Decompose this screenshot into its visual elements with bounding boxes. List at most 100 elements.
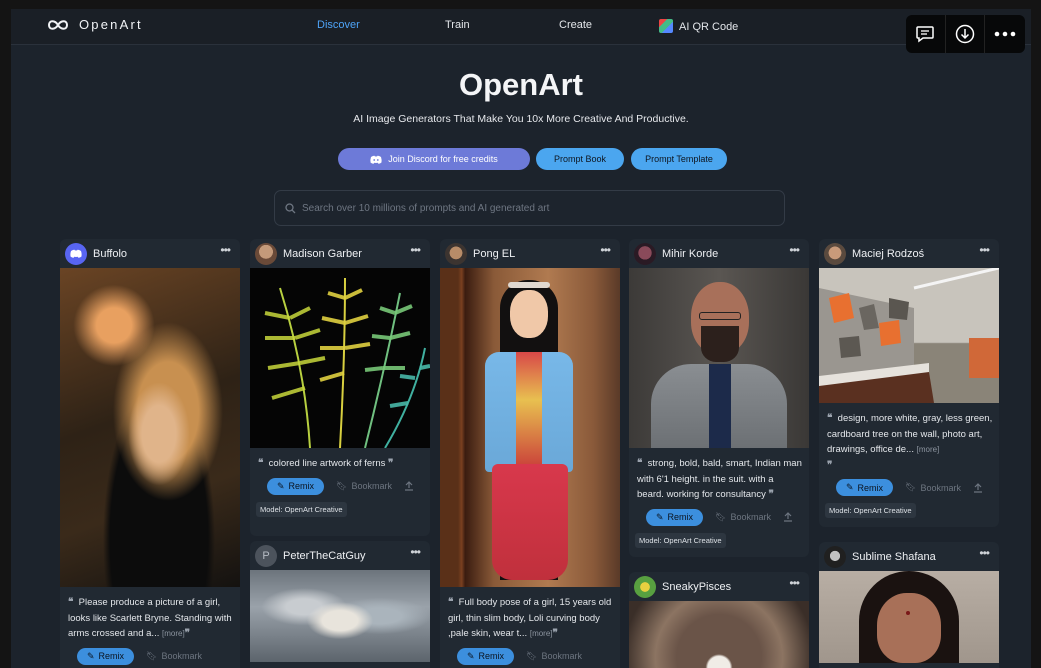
more-link[interactable]: [more] bbox=[162, 629, 185, 638]
remix-button[interactable]: ✎ Remix bbox=[457, 647, 514, 665]
download-icon bbox=[955, 24, 975, 44]
prompt-card[interactable]: P PeterTheCatGuy ••• bbox=[250, 541, 430, 668]
generated-image[interactable] bbox=[819, 571, 999, 663]
card-actions: ✎ Remix 🔖︎ Bookmark bbox=[250, 472, 430, 495]
model-badge[interactable]: Model: OpenArt Creative bbox=[825, 503, 916, 518]
user-name[interactable]: PeterTheCatGuy bbox=[283, 550, 366, 562]
user-avatar[interactable] bbox=[65, 242, 87, 265]
prompt-card[interactable]: Buffolo ••• ❝ Please produce a picture o… bbox=[60, 239, 240, 668]
comment-icon bbox=[916, 26, 935, 43]
more-options-button[interactable] bbox=[985, 15, 1025, 53]
office-artwork bbox=[819, 266, 999, 403]
user-avatar[interactable] bbox=[255, 242, 277, 265]
remix-button[interactable]: ✎ Remix bbox=[646, 508, 703, 526]
join-discord-label: Join Discord for free credits bbox=[388, 154, 498, 164]
model-badge[interactable]: Model: OpenArt Creative bbox=[635, 532, 726, 548]
nav-discover[interactable]: Discover bbox=[317, 19, 360, 31]
floating-action-bar bbox=[906, 15, 1025, 53]
generated-image[interactable] bbox=[250, 570, 430, 662]
generated-image[interactable] bbox=[629, 268, 809, 448]
pencil-icon: ✎ bbox=[845, 482, 854, 492]
bookmark-icon: 🔖︎ bbox=[715, 511, 727, 522]
user-avatar[interactable] bbox=[824, 545, 846, 568]
user-name[interactable]: Sublime Shafana bbox=[852, 551, 936, 563]
nav-create[interactable]: Create bbox=[559, 19, 592, 31]
card-menu-icon[interactable]: ••• bbox=[600, 243, 611, 257]
nav-train[interactable]: Train bbox=[445, 19, 470, 31]
generated-image[interactable] bbox=[250, 268, 430, 449]
bookmark-button[interactable]: 🔖︎ Bookmark bbox=[336, 481, 392, 492]
infinity-logo-icon bbox=[47, 19, 69, 30]
share-icon[interactable] bbox=[404, 481, 414, 491]
card-menu-icon[interactable]: ••• bbox=[789, 576, 800, 590]
user-name[interactable]: Mihir Korde bbox=[662, 248, 718, 260]
user-avatar[interactable] bbox=[824, 242, 846, 265]
user-name[interactable]: Madison Garber bbox=[283, 248, 362, 260]
user-avatar[interactable] bbox=[634, 242, 656, 265]
user-name[interactable]: SneakyPisces bbox=[662, 581, 731, 593]
more-link[interactable]: [more] bbox=[917, 445, 940, 454]
pencil-icon: ✎ bbox=[466, 650, 475, 661]
nav-ai-qr-code-label: AI QR Code bbox=[679, 21, 739, 33]
bookmark-icon: 🔖︎ bbox=[526, 650, 538, 661]
brand-name: OpenArt bbox=[79, 17, 143, 32]
discord-avatar-icon bbox=[70, 249, 82, 258]
card-menu-icon[interactable]: ••• bbox=[410, 243, 421, 257]
card-menu-icon[interactable]: ••• bbox=[410, 545, 421, 559]
top-navbar: OpenArt Discover Train Create AI QR Code bbox=[11, 9, 1031, 45]
nav-ai-qr-code[interactable]: AI QR Code bbox=[659, 19, 738, 33]
remix-button[interactable]: ✎ Remix bbox=[267, 477, 324, 495]
card-menu-icon[interactable]: ••• bbox=[979, 243, 990, 257]
bookmark-button[interactable]: 🔖︎ Bookmark bbox=[526, 651, 582, 662]
prompt-text: ❝ strong, bold, bald, smart, Indian man … bbox=[637, 458, 802, 500]
comment-button[interactable] bbox=[906, 15, 946, 53]
prompt-card[interactable]: Madison Garber ••• ❝ colored line artwor… bbox=[250, 239, 430, 536]
card-menu-icon[interactable]: ••• bbox=[979, 546, 990, 560]
card-header: SneakyPisces ••• bbox=[629, 572, 809, 601]
more-link[interactable]: [more] bbox=[530, 629, 553, 638]
remix-button[interactable]: ✎ Remix bbox=[836, 479, 893, 496]
generated-image[interactable] bbox=[629, 601, 809, 668]
card-menu-icon[interactable]: ••• bbox=[220, 243, 231, 257]
search-input[interactable] bbox=[302, 202, 762, 214]
hero-title: OpenArt bbox=[459, 67, 583, 102]
bookmark-icon: 🔖︎ bbox=[146, 650, 158, 661]
model-badge[interactable]: Model: OpenArt Creative bbox=[256, 501, 347, 517]
prompt-text: ❝ Please produce a picture of a girl, lo… bbox=[68, 597, 232, 639]
generated-image[interactable] bbox=[819, 266, 999, 403]
prompt-card[interactable]: Maciej Rodzoś ••• ❝ design, more white, … bbox=[819, 239, 999, 527]
card-header: Maciej Rodzoś ••• bbox=[819, 239, 999, 268]
remix-button[interactable]: ✎ Remix bbox=[77, 647, 134, 665]
bookmark-button[interactable]: 🔖︎ Bookmark bbox=[146, 651, 202, 662]
card-header: Madison Garber ••• bbox=[250, 239, 430, 268]
user-avatar[interactable] bbox=[445, 242, 467, 265]
card-menu-icon[interactable]: ••• bbox=[789, 243, 800, 257]
prompt-book-button[interactable]: Prompt Book bbox=[536, 148, 624, 170]
prompt-template-button[interactable]: Prompt Template bbox=[631, 148, 727, 170]
bookmark-icon: 🔖︎ bbox=[336, 480, 348, 491]
user-avatar[interactable]: P bbox=[255, 544, 277, 567]
bookmark-button[interactable]: 🔖︎ Bookmark bbox=[905, 482, 961, 493]
bookmark-icon: 🔖︎ bbox=[905, 482, 917, 492]
share-icon[interactable] bbox=[783, 512, 793, 522]
prompt-card[interactable]: Sublime Shafana ••• bbox=[819, 542, 999, 668]
prompt-text: ❝ design, more white, gray, less green, … bbox=[827, 413, 993, 471]
user-name[interactable]: Pong EL bbox=[473, 248, 515, 260]
user-avatar[interactable] bbox=[634, 575, 656, 598]
generated-image[interactable] bbox=[440, 268, 620, 587]
brand-logo[interactable]: OpenArt bbox=[47, 17, 143, 32]
pencil-icon: ✎ bbox=[276, 480, 285, 491]
prompt-card[interactable]: SneakyPisces ••• bbox=[629, 572, 809, 668]
prompt-card[interactable]: Pong EL ••• ❝ Full body pose of a girl, … bbox=[440, 239, 620, 668]
user-name[interactable]: Buffolo bbox=[93, 248, 127, 260]
join-discord-button[interactable]: Join Discord for free credits bbox=[338, 148, 530, 170]
download-button[interactable] bbox=[946, 15, 986, 53]
generated-image[interactable] bbox=[60, 268, 240, 587]
card-header: Sublime Shafana ••• bbox=[819, 542, 999, 571]
hero-subtitle: AI Image Generators That Make You 10x Mo… bbox=[353, 113, 689, 125]
prompt-card[interactable]: Mihir Korde ••• ❝ strong, bold, bald, sm… bbox=[629, 239, 809, 557]
share-icon[interactable] bbox=[973, 482, 983, 493]
user-name[interactable]: Maciej Rodzoś bbox=[852, 248, 924, 260]
bookmark-button[interactable]: 🔖︎ Bookmark bbox=[715, 512, 771, 523]
prompt-text: ❝ colored line artwork of ferns ❞ bbox=[258, 458, 394, 469]
